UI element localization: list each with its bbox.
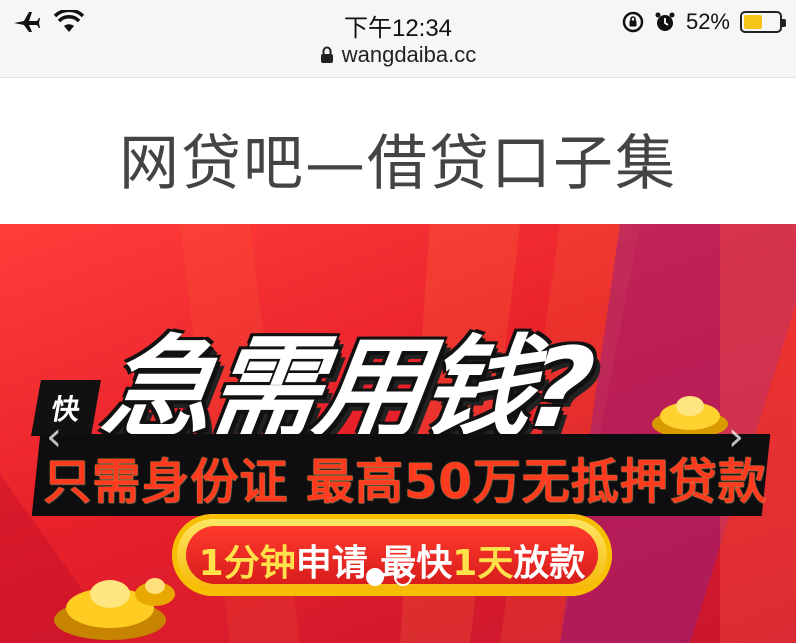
banner-tag: 快 [31,380,101,436]
carousel-dot[interactable] [366,568,384,586]
carousel-indicators [366,568,412,586]
cta-part-2: 申请 [295,543,368,584]
site-header: 网贷吧—借贷口子集 [0,79,796,224]
rotation-lock-icon [622,11,644,33]
alarm-icon [655,12,675,31]
carousel-dot[interactable] [394,568,412,586]
carousel-next-button[interactable]: › [728,414,744,460]
lock-icon [320,46,333,63]
cta-part-1: 1分钟 [198,543,296,584]
battery-level-fill [744,15,762,29]
battery-percentage: 52% [685,9,730,34]
cta-part-4: 1天 [452,543,514,584]
promo-banner-carousel[interactable]: 急需用钱? 快 只需身份证 最高50万无抵押贷款 1分钟申请 最快1天放款 ‹ … [0,224,796,643]
browser-status-bar: 下午12:34 wangdaiba.cc 52% [0,0,796,78]
cta-part-5: 放款 [513,543,586,584]
page-title: 网贷吧—借贷口子集 [119,129,677,199]
url-text[interactable]: wangdaiba.cc [342,42,477,68]
battery-icon [740,11,786,33]
carousel-prev-button[interactable]: ‹ [46,414,62,460]
gold-ingot-icon [652,396,728,438]
address-bar[interactable]: wangdaiba.cc [0,42,796,68]
gold-ingots-pile-icon [54,578,175,640]
status-right-icons: 52% [622,9,786,35]
banner-subline: 只需身份证 最高50万无抵押贷款 [43,454,767,510]
